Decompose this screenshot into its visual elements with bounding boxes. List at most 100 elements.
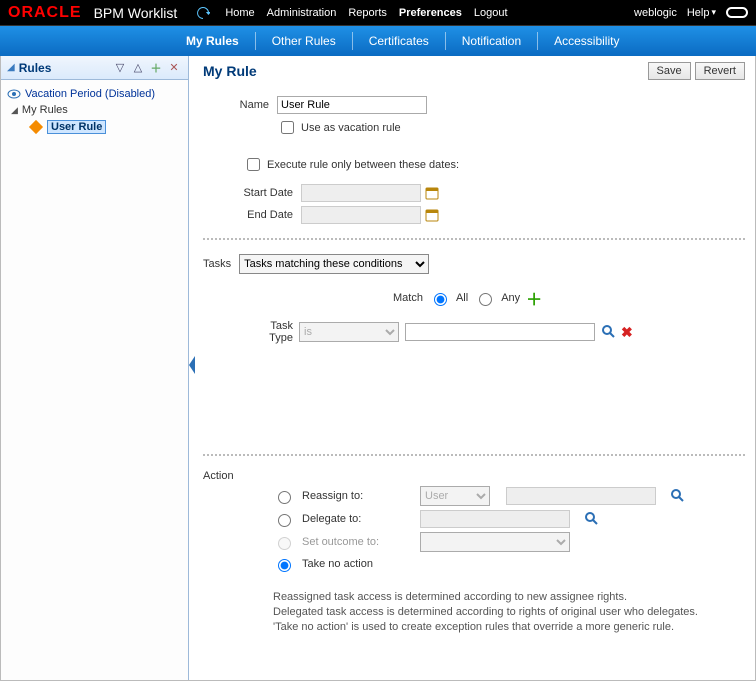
- left-panel-title: Rules: [19, 61, 108, 75]
- reassign-radio[interactable]: [278, 491, 291, 504]
- page-title-row: My Rule Save Revert: [203, 62, 745, 80]
- footnote: Reassigned task access is determined acc…: [203, 590, 745, 635]
- tab-certificates[interactable]: Certificates: [353, 32, 446, 50]
- tree-my-rules[interactable]: ◢ My Rules: [5, 102, 184, 118]
- refresh-icon[interactable]: [195, 5, 211, 21]
- nav-username[interactable]: weblogic: [634, 7, 677, 19]
- start-date-input: [301, 184, 421, 202]
- help-label: Help: [687, 7, 710, 19]
- top-header: ORACLE BPM Worklist Home Administration …: [0, 0, 756, 26]
- tree-vacation-period[interactable]: Vacation Period (Disabled): [5, 86, 184, 102]
- footnote-line1: Reassigned task access is determined acc…: [273, 590, 745, 605]
- noaction-label: Take no action: [302, 558, 373, 570]
- tab-my-rules[interactable]: My Rules: [170, 32, 256, 50]
- tab-accessibility[interactable]: Accessibility: [538, 32, 635, 50]
- delegate-value-input: [420, 510, 570, 528]
- task-type-value-input[interactable]: [405, 323, 595, 341]
- left-panel-toolbar: ▽ △ ＋ ✕: [112, 60, 182, 76]
- app-title: BPM Worklist: [94, 5, 178, 21]
- match-all-radio[interactable]: [434, 293, 447, 306]
- sort-up-icon[interactable]: △: [130, 60, 146, 76]
- divider-1: [203, 238, 745, 240]
- status-oval-icon: [726, 7, 748, 18]
- nav-home[interactable]: Home: [225, 7, 254, 19]
- tasks-section: Tasks Tasks matching these conditions Ma…: [203, 254, 745, 344]
- match-any-radio[interactable]: [479, 293, 492, 306]
- delegate-label: Delegate to:: [302, 513, 412, 525]
- save-button[interactable]: Save: [648, 62, 691, 80]
- execute-between-checkbox[interactable]: [247, 158, 260, 171]
- task-type-search-icon[interactable]: [601, 324, 615, 341]
- vacation-rule-label: Use as vacation rule: [301, 122, 401, 134]
- footnote-line2: Delegated task access is determined acco…: [273, 605, 745, 620]
- tree-vacation-label: Vacation Period (Disabled): [25, 88, 155, 100]
- left-panel: ◢ Rules ▽ △ ＋ ✕ Vacation Period (Disable…: [1, 56, 189, 680]
- execute-between-label: Execute rule only between these dates:: [267, 159, 459, 171]
- action-label: Action: [203, 470, 234, 482]
- right-panel: My Rule Save Revert Name Use as vacation…: [189, 56, 755, 680]
- delegate-radio[interactable]: [278, 514, 291, 527]
- outcome-select: [420, 532, 570, 552]
- tree-user-rule-label: User Rule: [47, 120, 106, 134]
- eye-icon: [7, 89, 21, 99]
- nav-logout[interactable]: Logout: [474, 7, 508, 19]
- sort-down-icon[interactable]: ▽: [112, 60, 128, 76]
- tree-user-rule[interactable]: User Rule: [5, 118, 184, 136]
- start-date-picker-icon[interactable]: [425, 186, 439, 200]
- nav-reports[interactable]: Reports: [348, 7, 387, 19]
- tasks-select[interactable]: Tasks matching these conditions: [239, 254, 429, 274]
- vacation-rule-checkbox[interactable]: [281, 121, 294, 134]
- delete-icon[interactable]: ✕: [166, 60, 182, 76]
- match-label: Match: [393, 292, 423, 304]
- add-icon[interactable]: ＋: [148, 60, 164, 76]
- top-nav: Home Administration Reports Preferences …: [225, 7, 507, 19]
- tab-notification[interactable]: Notification: [446, 32, 538, 50]
- footnote-line3: 'Take no action' is used to create excep…: [273, 620, 745, 635]
- start-date-label: Start Date: [227, 187, 301, 199]
- tasks-label: Tasks: [203, 258, 231, 270]
- task-type-remove-icon[interactable]: ✖: [621, 324, 633, 341]
- delegate-search-icon[interactable]: [584, 511, 598, 528]
- match-all-label: All: [456, 292, 468, 304]
- noaction-radio[interactable]: [278, 559, 291, 572]
- end-date-input: [301, 206, 421, 224]
- oracle-logo: ORACLE: [8, 4, 82, 22]
- nav-help[interactable]: Help ▾: [687, 7, 716, 19]
- revert-button[interactable]: Revert: [695, 62, 745, 80]
- end-date-label: End Date: [227, 209, 301, 221]
- task-type-label: Task Type: [253, 320, 293, 344]
- reassign-value-input: [506, 487, 656, 505]
- tree-my-rules-label: My Rules: [22, 104, 68, 116]
- rules-tree: Vacation Period (Disabled) ◢ My Rules Us…: [1, 80, 188, 142]
- chevron-down-icon: ▾: [711, 7, 716, 18]
- task-type-row: Task Type is ✖: [203, 320, 745, 344]
- nav-administration[interactable]: Administration: [267, 7, 337, 19]
- reassign-label: Reassign to:: [302, 490, 412, 502]
- page-title: My Rule: [203, 63, 257, 79]
- collapse-icon[interactable]: ◢: [7, 62, 15, 73]
- divider-2: [203, 454, 745, 456]
- reassign-search-icon[interactable]: [670, 488, 684, 505]
- action-section: Action Reassign to: User Delegate to:: [203, 470, 745, 635]
- task-type-op-select: is: [299, 322, 399, 342]
- match-any-label: Any: [501, 292, 520, 304]
- name-section: Name Use as vacation rule: [203, 96, 745, 137]
- add-condition-icon[interactable]: ＋: [526, 286, 542, 310]
- subnav-bar: My Rules Other Rules Certificates Notifi…: [0, 26, 756, 56]
- end-date-picker-icon[interactable]: [425, 208, 439, 222]
- expand-icon[interactable]: ◢: [11, 105, 18, 116]
- outcome-radio: [278, 537, 291, 550]
- action-buttons: Save Revert: [648, 62, 745, 80]
- tab-other-rules[interactable]: Other Rules: [256, 32, 353, 50]
- name-input[interactable]: [277, 96, 427, 114]
- left-panel-header: ◢ Rules ▽ △ ＋ ✕: [1, 56, 188, 80]
- dates-section: Execute rule only between these dates: S…: [203, 155, 745, 224]
- outcome-label: Set outcome to:: [302, 536, 412, 548]
- nav-preferences[interactable]: Preferences: [399, 7, 462, 19]
- match-row: Match All Any ＋: [203, 286, 745, 310]
- name-label: Name: [203, 99, 277, 111]
- top-right: weblogic Help ▾: [634, 7, 748, 19]
- action-options: Reassign to: User Delegate to:: [203, 486, 745, 572]
- main-area: ◢ Rules ▽ △ ＋ ✕ Vacation Period (Disable…: [0, 56, 756, 681]
- rule-icon: [29, 120, 43, 134]
